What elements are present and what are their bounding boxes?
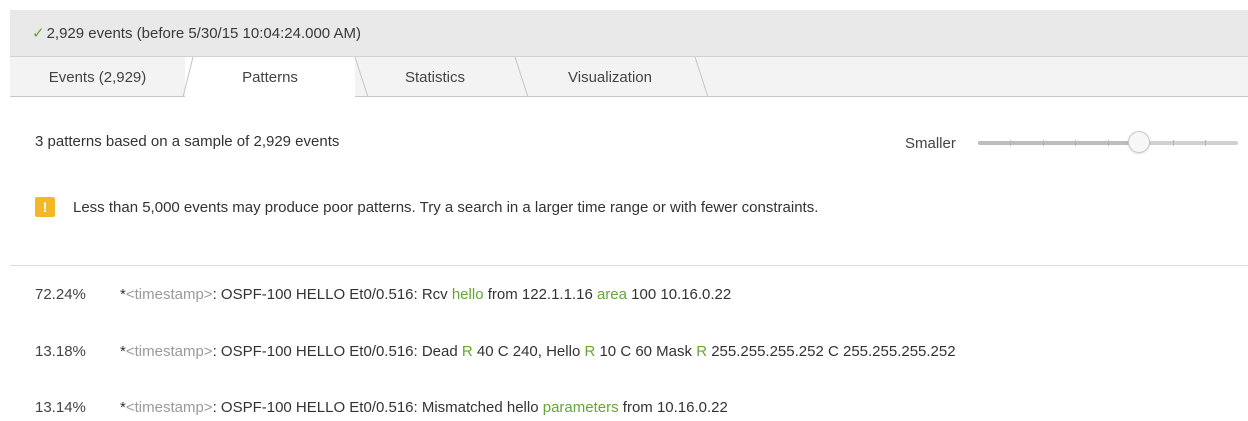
slider-handle[interactable] <box>1128 131 1151 153</box>
pattern-timestamp-token: <timestamp> <box>125 399 213 416</box>
slider-track[interactable] <box>977 131 1238 153</box>
tab-statistics[interactable]: Statistics <box>355 57 515 97</box>
slider-tick <box>1042 140 1044 146</box>
tab-events-label: Events (2,929) <box>48 68 147 86</box>
check-icon: ✓ <box>32 25 45 42</box>
pattern-percentage: 13.18% <box>35 343 86 360</box>
pattern-keyword: area <box>596 286 627 303</box>
pattern-text: *<timestamp>: OSPF-100 HELLO Et0/0.516: … <box>120 286 731 303</box>
pattern-segment: from 122.1.1.16 <box>483 286 597 303</box>
pattern-summary: 3 patterns based on a sample of 2,929 ev… <box>35 133 340 150</box>
pattern-row[interactable]: 72.24% *<timestamp>: OSPF-100 HELLO Et0/0… <box>35 286 731 303</box>
pattern-segment: : OSPF-100 HELLO Et0/0.516: Dead <box>212 343 462 360</box>
pattern-percentage: 72.24% <box>35 286 86 303</box>
pattern-text: *<timestamp>: OSPF-100 HELLO Et0/0.516: … <box>120 399 728 416</box>
pattern-segment: 255.255.255.252 C 255.255.255.252 <box>707 343 956 360</box>
pattern-timestamp-token: <timestamp> <box>125 286 213 303</box>
slider-tick <box>1172 140 1174 146</box>
job-status-bar: ✓ 2,929 events (before 5/30/15 10:04:24.… <box>10 10 1248 57</box>
tab-visualization-label: Visualization <box>568 68 652 86</box>
tab-bar: Events (2,929) Patterns Statistics Visua… <box>10 57 1248 98</box>
pattern-granularity-slider: Smaller <box>905 128 1248 158</box>
tab-patterns[interactable]: Patterns <box>185 57 355 98</box>
warning-text: Less than 5,000 events may produce poor … <box>73 198 819 216</box>
pattern-row[interactable]: 13.14% *<timestamp>: OSPF-100 HELLO Et0/0… <box>35 399 728 416</box>
pattern-keyword: parameters <box>542 399 619 416</box>
pattern-keyword: R <box>584 343 596 360</box>
tab-patterns-label: Patterns <box>242 69 298 86</box>
divider <box>10 265 1248 266</box>
pattern-segment: : OSPF-100 HELLO Et0/0.516: Rcv <box>212 286 452 303</box>
tab-events[interactable]: Events (2,929) <box>10 57 185 97</box>
tab-statistics-label: Statistics <box>404 68 465 86</box>
pattern-keyword: hello <box>451 286 484 303</box>
pattern-keyword: R <box>696 343 708 360</box>
slider-tick <box>1010 140 1012 146</box>
slider-tick <box>1107 140 1109 146</box>
pattern-segment: 100 10.16.0.22 <box>626 286 732 303</box>
pattern-text: *<timestamp>: OSPF-100 HELLO Et0/0.516: … <box>120 343 956 360</box>
pattern-timestamp-token: <timestamp> <box>125 343 213 360</box>
slider-label: Smaller <box>905 134 956 152</box>
pattern-segment: 40 C 240, Hello <box>472 343 585 360</box>
pattern-percentage: 13.14% <box>35 399 86 416</box>
warning-icon: ! <box>35 197 55 217</box>
pattern-keyword: R <box>461 343 473 360</box>
pattern-segment: from 10.16.0.22 <box>618 399 728 416</box>
job-status-text: 2,929 events (before 5/30/15 10:04:24.00… <box>46 24 361 42</box>
slider-tick <box>1205 140 1207 146</box>
pattern-row[interactable]: 13.18% *<timestamp>: OSPF-100 HELLO Et0/0… <box>35 343 956 360</box>
slider-tick <box>1075 140 1077 146</box>
slider-fill <box>977 141 1140 145</box>
pattern-segment: : OSPF-100 HELLO Et0/0.516: Mismatched h… <box>212 399 543 416</box>
warning-message: ! Less than 5,000 events may produce poo… <box>35 197 818 217</box>
tab-visualization[interactable]: Visualization <box>515 57 705 97</box>
pattern-segment: 10 C 60 Mask <box>595 343 697 360</box>
